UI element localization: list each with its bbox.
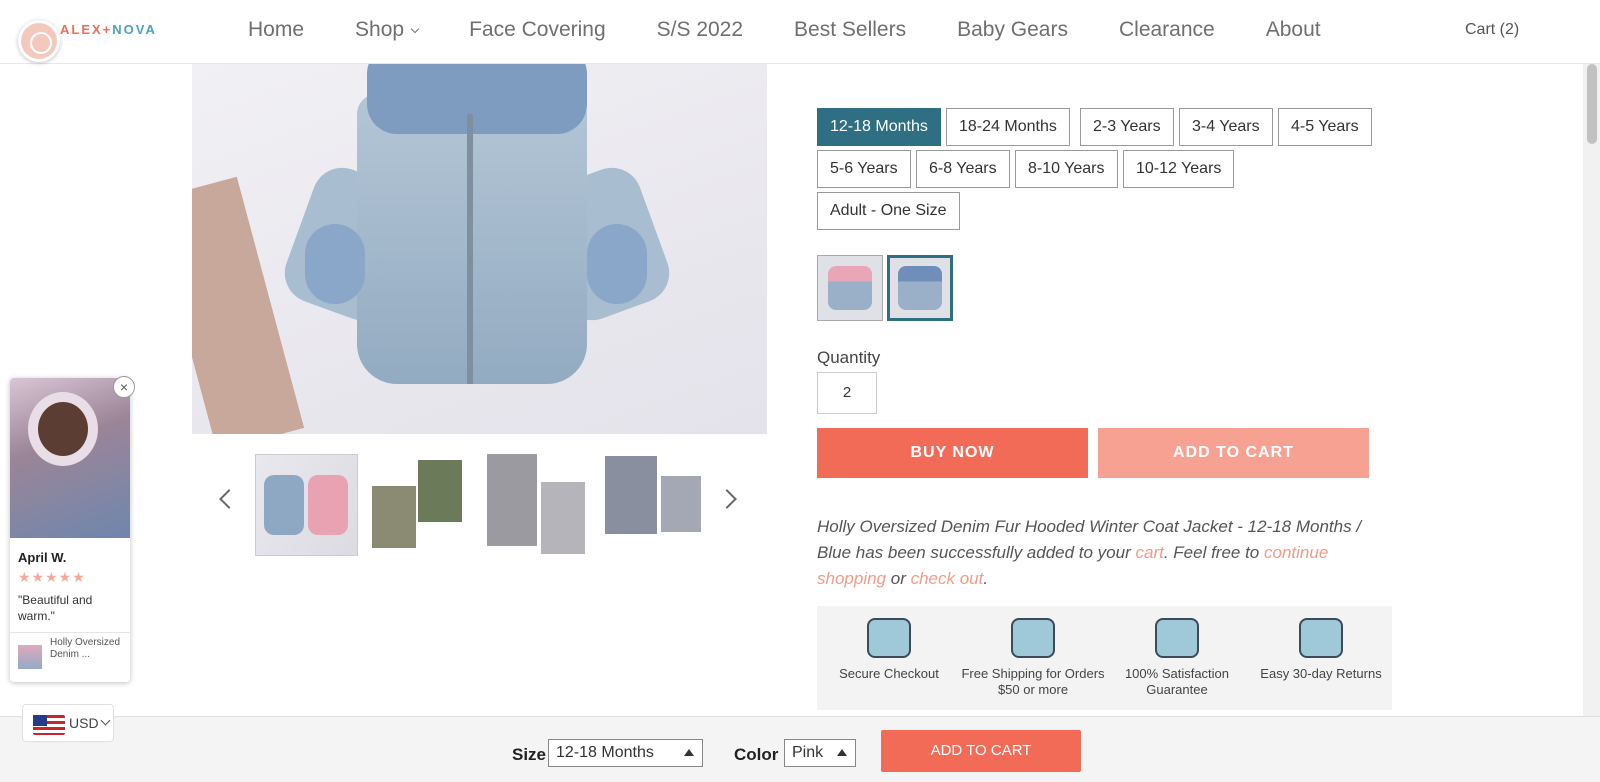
size-option-18-24-months[interactable]: 18-24 Months: [946, 108, 1070, 146]
bottom-color-value: Pink: [792, 744, 824, 761]
logo-text-nova: NOVA: [112, 22, 157, 37]
close-icon[interactable]: ×: [113, 376, 135, 398]
color-swatch-pink[interactable]: [817, 255, 883, 321]
check-out-link[interactable]: check out: [911, 569, 984, 588]
us-flag-icon: [33, 715, 65, 735]
product-main-image[interactable]: [192, 64, 767, 434]
trust-label: Secure Checkout: [839, 666, 939, 681]
add-to-cart-button[interactable]: ADD TO CART: [1098, 428, 1369, 478]
review-popup[interactable]: April W. ★★★★★ "Beautiful and warm." Hol…: [10, 378, 130, 682]
size-option-adult[interactable]: Adult - One Size: [817, 192, 960, 230]
size-option-3-4-years[interactable]: 3-4 Years: [1179, 108, 1273, 146]
trust-free-shipping: Free Shipping for Orders $50 or more: [961, 606, 1105, 698]
size-option-12-18-months[interactable]: 12-18 Months: [817, 108, 941, 146]
nav-baby-gears[interactable]: Baby Gears: [957, 18, 1068, 42]
jacket-illustration: [276, 64, 678, 424]
size-option-10-12-years[interactable]: 10-12 Years: [1123, 150, 1235, 188]
page-scrollbar[interactable]: [1583, 64, 1600, 716]
thumbnail-2[interactable]: [372, 454, 475, 556]
top-navigation: ALEX+NOVA Home Shop Face Covering S/S 20…: [0, 0, 1600, 64]
thumbnail-3[interactable]: [487, 454, 590, 556]
quantity-input[interactable]: 2: [817, 372, 877, 414]
thumbnail-1[interactable]: [255, 454, 358, 556]
nav-home[interactable]: Home: [248, 18, 304, 42]
trust-secure-checkout: Secure Checkout: [817, 606, 961, 682]
brand-logo[interactable]: ALEX+NOVA: [60, 22, 157, 37]
quantity-label: Quantity: [817, 348, 881, 367]
image-box-prop: [192, 176, 305, 434]
review-product-thumbnail: [18, 645, 42, 669]
buy-now-button[interactable]: BUY NOW: [817, 428, 1088, 478]
trust-label: 100% Satisfaction Guarantee: [1124, 666, 1230, 697]
accessibility-icon[interactable]: [18, 20, 60, 62]
bottom-size-label: Size: [512, 745, 547, 764]
nav-clearance[interactable]: Clearance: [1119, 18, 1215, 42]
thumbs-up-icon: [1155, 618, 1199, 658]
calendar-return-icon: [1299, 618, 1343, 658]
review-product[interactable]: Holly Oversized Denim ...: [10, 632, 130, 682]
trust-badges: Secure Checkout Free Shipping for Orders…: [817, 606, 1392, 710]
logo-text-alex: ALEX: [60, 22, 103, 37]
bottom-size-select[interactable]: 12-18 Months: [548, 739, 703, 767]
nav-shop-label: Shop: [355, 18, 405, 41]
trust-returns: Easy 30-day Returns: [1249, 606, 1393, 682]
bottom-color-select[interactable]: Pink: [784, 739, 856, 767]
nav-about[interactable]: About: [1266, 18, 1321, 42]
message-text-2: . Feel free to: [1163, 543, 1264, 562]
currency-value: USD: [69, 715, 99, 731]
review-product-title: Holly Oversized Denim ...: [50, 637, 121, 660]
main-menu: Home Shop Face Covering S/S 2022 Best Se…: [248, 18, 1372, 42]
review-text: "Beautiful and warm.": [18, 593, 93, 623]
reviewer-name: April W.: [18, 550, 67, 565]
select-arrow-icon: [837, 749, 847, 756]
currency-selector[interactable]: USD: [22, 704, 114, 742]
select-arrow-icon: [684, 749, 694, 756]
trust-label: Easy 30-day Returns: [1260, 666, 1382, 681]
chevron-down-icon: [410, 24, 420, 34]
message-text-3: or: [886, 569, 911, 588]
bottom-color-label: Color: [734, 745, 779, 764]
logo-plus: +: [102, 22, 113, 37]
message-text-4: .: [983, 569, 989, 588]
size-option-2-3-years[interactable]: 2-3 Years: [1080, 108, 1174, 146]
nav-face-covering[interactable]: Face Covering: [469, 18, 606, 42]
review-photo: [10, 378, 130, 538]
scrollbar-thumb[interactable]: [1587, 64, 1597, 144]
size-option-5-6-years[interactable]: 5-6 Years: [817, 150, 911, 188]
thumbnail-carousel: [192, 450, 767, 560]
size-option-6-8-years[interactable]: 6-8 Years: [916, 150, 1010, 188]
carousel-prev-icon[interactable]: [219, 489, 239, 509]
color-swatch-blue[interactable]: [887, 255, 953, 321]
cart-link-inline[interactable]: cart: [1135, 543, 1163, 562]
nav-shop[interactable]: Shop: [355, 18, 420, 42]
lock-icon: [867, 618, 911, 658]
size-option-8-10-years[interactable]: 8-10 Years: [1015, 150, 1118, 188]
bottom-add-to-cart-button[interactable]: ADD TO CART: [881, 730, 1081, 772]
cart-link[interactable]: Cart (2): [1465, 21, 1519, 39]
trust-label: Free Shipping for Orders $50 or more: [961, 666, 1105, 697]
added-to-cart-message: Holly Oversized Denim Fur Hooded Winter …: [817, 514, 1377, 592]
review-stars: ★★★★★: [18, 569, 86, 585]
nav-ss-2022[interactable]: S/S 2022: [657, 18, 743, 42]
chevron-down-icon: [100, 715, 111, 726]
thumbnail-4[interactable]: [605, 454, 708, 556]
truck-icon: [1011, 618, 1055, 658]
nav-best-sellers[interactable]: Best Sellers: [794, 18, 906, 42]
carousel-next-icon[interactable]: [717, 489, 737, 509]
size-option-4-5-years[interactable]: 4-5 Years: [1278, 108, 1372, 146]
trust-satisfaction: 100% Satisfaction Guarantee: [1105, 606, 1249, 698]
bottom-size-value: 12-18 Months: [556, 744, 654, 761]
